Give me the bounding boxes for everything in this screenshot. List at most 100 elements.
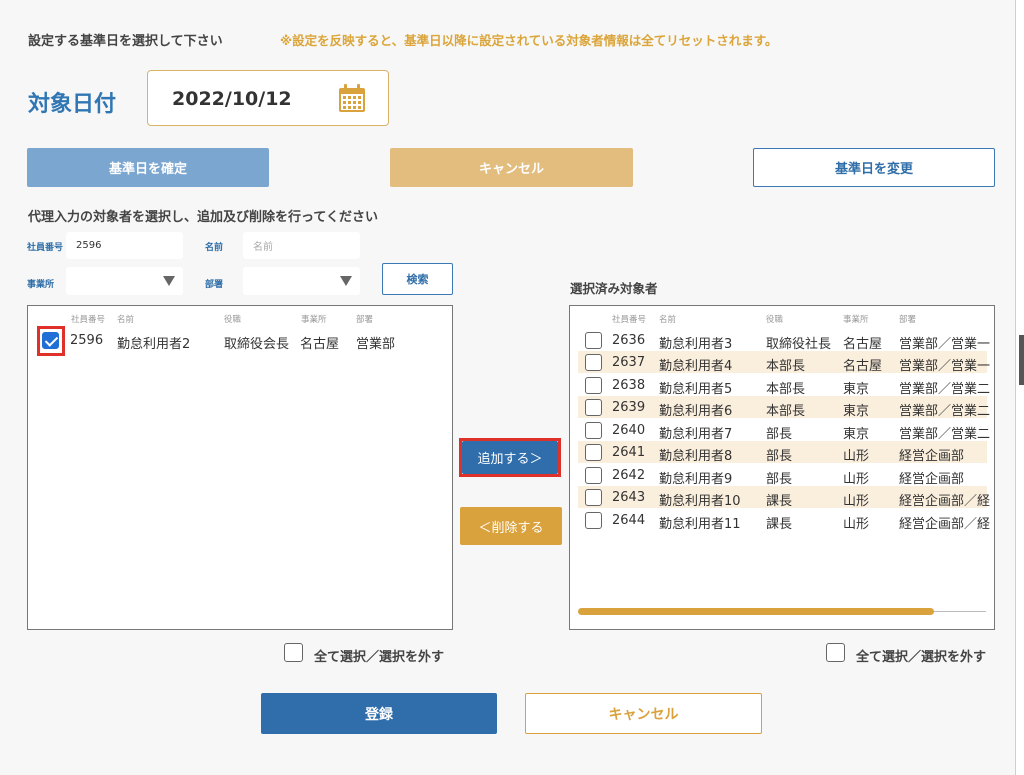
row-checkbox[interactable] — [585, 422, 602, 439]
selected-list[interactable]: 社員番号 名前 役職 事業所 部署 2636 勤怠利用者3 取締役社長 名古屋 … — [569, 305, 995, 630]
confirm-date-button[interactable]: 基準日を確定 — [27, 148, 269, 187]
dept-select[interactable] — [243, 267, 360, 295]
col-office: 事業所 — [843, 315, 869, 325]
row-office: 名古屋 — [843, 359, 883, 374]
row-dept: 経営企画部／経 — [899, 494, 991, 509]
proxy-instruction: 代理入力の対象者を選択し、追加及び削除を行ってください — [28, 210, 378, 225]
calendar-icon[interactable] — [338, 83, 366, 113]
name-input[interactable]: 名前 — [243, 232, 360, 259]
row-emp-no: 2636 — [612, 333, 646, 348]
selected-list-title: 選択済み対象者 — [570, 281, 658, 296]
row-checkbox[interactable] — [585, 399, 602, 416]
cancel-button[interactable]: キャンセル — [525, 693, 762, 734]
row-office: 山形 — [843, 517, 870, 532]
row-office: 名古屋 — [300, 337, 340, 352]
dept-label: 部署 — [205, 280, 224, 290]
add-button[interactable]: 追加する＞ — [462, 441, 558, 474]
row-name: 勤怠利用者11 — [659, 517, 741, 532]
row-position: 課長 — [766, 494, 793, 509]
row-emp-no: 2596 — [70, 333, 104, 348]
employee-no-label: 社員番号 — [27, 243, 64, 253]
cancel-date-button[interactable]: キャンセル — [390, 148, 633, 187]
row-name: 勤怠利用者6 — [659, 404, 733, 419]
row-position: 部長 — [766, 427, 793, 442]
row-position: 取締役会長 — [224, 337, 290, 352]
row-name: 勤怠利用者9 — [659, 472, 733, 487]
background-bar — [1019, 335, 1024, 385]
select-all-right-label[interactable]: 全て選択／選択を外す — [856, 646, 986, 665]
row-position: 取締役社長 — [766, 337, 832, 352]
row-dept: 経営企画部 — [899, 472, 965, 487]
row-position: 本部長 — [766, 404, 806, 419]
register-button[interactable]: 登録 — [261, 693, 497, 734]
select-all-left-label[interactable]: 全て選択／選択を外す — [314, 646, 444, 665]
row-position: 本部長 — [766, 382, 806, 397]
row-name: 勤怠利用者2 — [117, 337, 191, 352]
row-emp-no: 2641 — [612, 445, 646, 460]
col-name: 名前 — [659, 315, 677, 325]
select-all-left-checkbox[interactable] — [284, 643, 303, 662]
row-dept: 営業部／営業一 — [899, 359, 991, 374]
search-button[interactable]: 検索 — [382, 263, 453, 295]
row-name: 勤怠利用者8 — [659, 449, 733, 464]
row-emp-no: 2640 — [612, 423, 646, 438]
row-position: 部長 — [766, 449, 793, 464]
row-office: 東京 — [843, 382, 870, 397]
row-dept: 経営企画部 — [899, 449, 965, 464]
row-office: 山形 — [843, 472, 870, 487]
row-emp-no: 2639 — [612, 400, 646, 415]
col-position: 役職 — [766, 315, 784, 325]
row-dept: 営業部／営業二 — [899, 404, 991, 419]
row-name: 勤怠利用者7 — [659, 427, 733, 442]
row-dept: 営業部／営業二 — [899, 382, 991, 397]
row-office: 名古屋 — [843, 337, 883, 352]
dropdown-arrow-icon — [163, 276, 175, 286]
row-name: 勤怠利用者10 — [659, 494, 741, 509]
row-checkbox[interactable] — [42, 332, 59, 349]
row-checkbox[interactable] — [585, 512, 602, 529]
employee-no-input[interactable]: 2596 — [66, 232, 183, 259]
row-dept: 営業部／営業一 — [899, 337, 991, 352]
row-checkbox[interactable] — [585, 489, 602, 506]
col-emp-no: 社員番号 — [71, 315, 106, 325]
row-dept: 営業部 — [356, 337, 396, 352]
reference-date-dialog: 設定する基準日を選択して下さい ※設定を反映すると、基準日以降に設定されている対… — [0, 0, 1016, 775]
row-position: 本部長 — [766, 359, 806, 374]
row-emp-no: 2638 — [612, 378, 646, 393]
background-page-edge — [1016, 0, 1024, 775]
row-checkbox[interactable] — [585, 332, 602, 349]
row-office: 山形 — [843, 494, 870, 509]
target-date-input[interactable]: 2022/10/12 — [147, 70, 389, 126]
row-checkbox[interactable] — [585, 354, 602, 371]
row-name: 勤怠利用者3 — [659, 337, 733, 352]
row-office: 東京 — [843, 427, 870, 442]
row-position: 課長 — [766, 517, 793, 532]
row-checkbox[interactable] — [585, 444, 602, 461]
change-date-button[interactable]: 基準日を変更 — [753, 148, 995, 187]
row-office: 東京 — [843, 404, 870, 419]
row-dept: 経営企画部／経 — [899, 517, 991, 532]
row-office: 山形 — [843, 449, 870, 464]
col-name: 名前 — [117, 315, 135, 325]
target-date-label: 対象日付 — [28, 92, 117, 117]
horizontal-scrollbar-thumb[interactable] — [578, 608, 934, 615]
instruction-text: 設定する基準日を選択して下さい — [28, 34, 223, 49]
col-office: 事業所 — [301, 315, 327, 325]
name-label: 名前 — [205, 243, 224, 253]
col-emp-no: 社員番号 — [612, 315, 647, 325]
target-date-value: 2022/10/12 — [172, 88, 292, 110]
col-position: 役職 — [224, 315, 242, 325]
row-checkbox[interactable] — [585, 467, 602, 484]
row-dept: 営業部／営業二 — [899, 427, 991, 442]
col-dept: 部署 — [899, 315, 917, 325]
col-dept: 部署 — [356, 315, 374, 325]
row-emp-no: 2644 — [612, 513, 646, 528]
dropdown-arrow-icon — [340, 276, 352, 286]
office-select[interactable] — [66, 267, 183, 295]
candidate-list[interactable]: 社員番号 名前 役職 事業所 部署 2596 勤怠利用者2 取締役会長 名古屋 … — [27, 305, 453, 630]
remove-button[interactable]: ＜削除する — [460, 507, 562, 545]
row-emp-no: 2637 — [612, 355, 646, 370]
select-all-right-checkbox[interactable] — [826, 643, 845, 662]
row-checkbox[interactable] — [585, 377, 602, 394]
row-name: 勤怠利用者5 — [659, 382, 733, 397]
